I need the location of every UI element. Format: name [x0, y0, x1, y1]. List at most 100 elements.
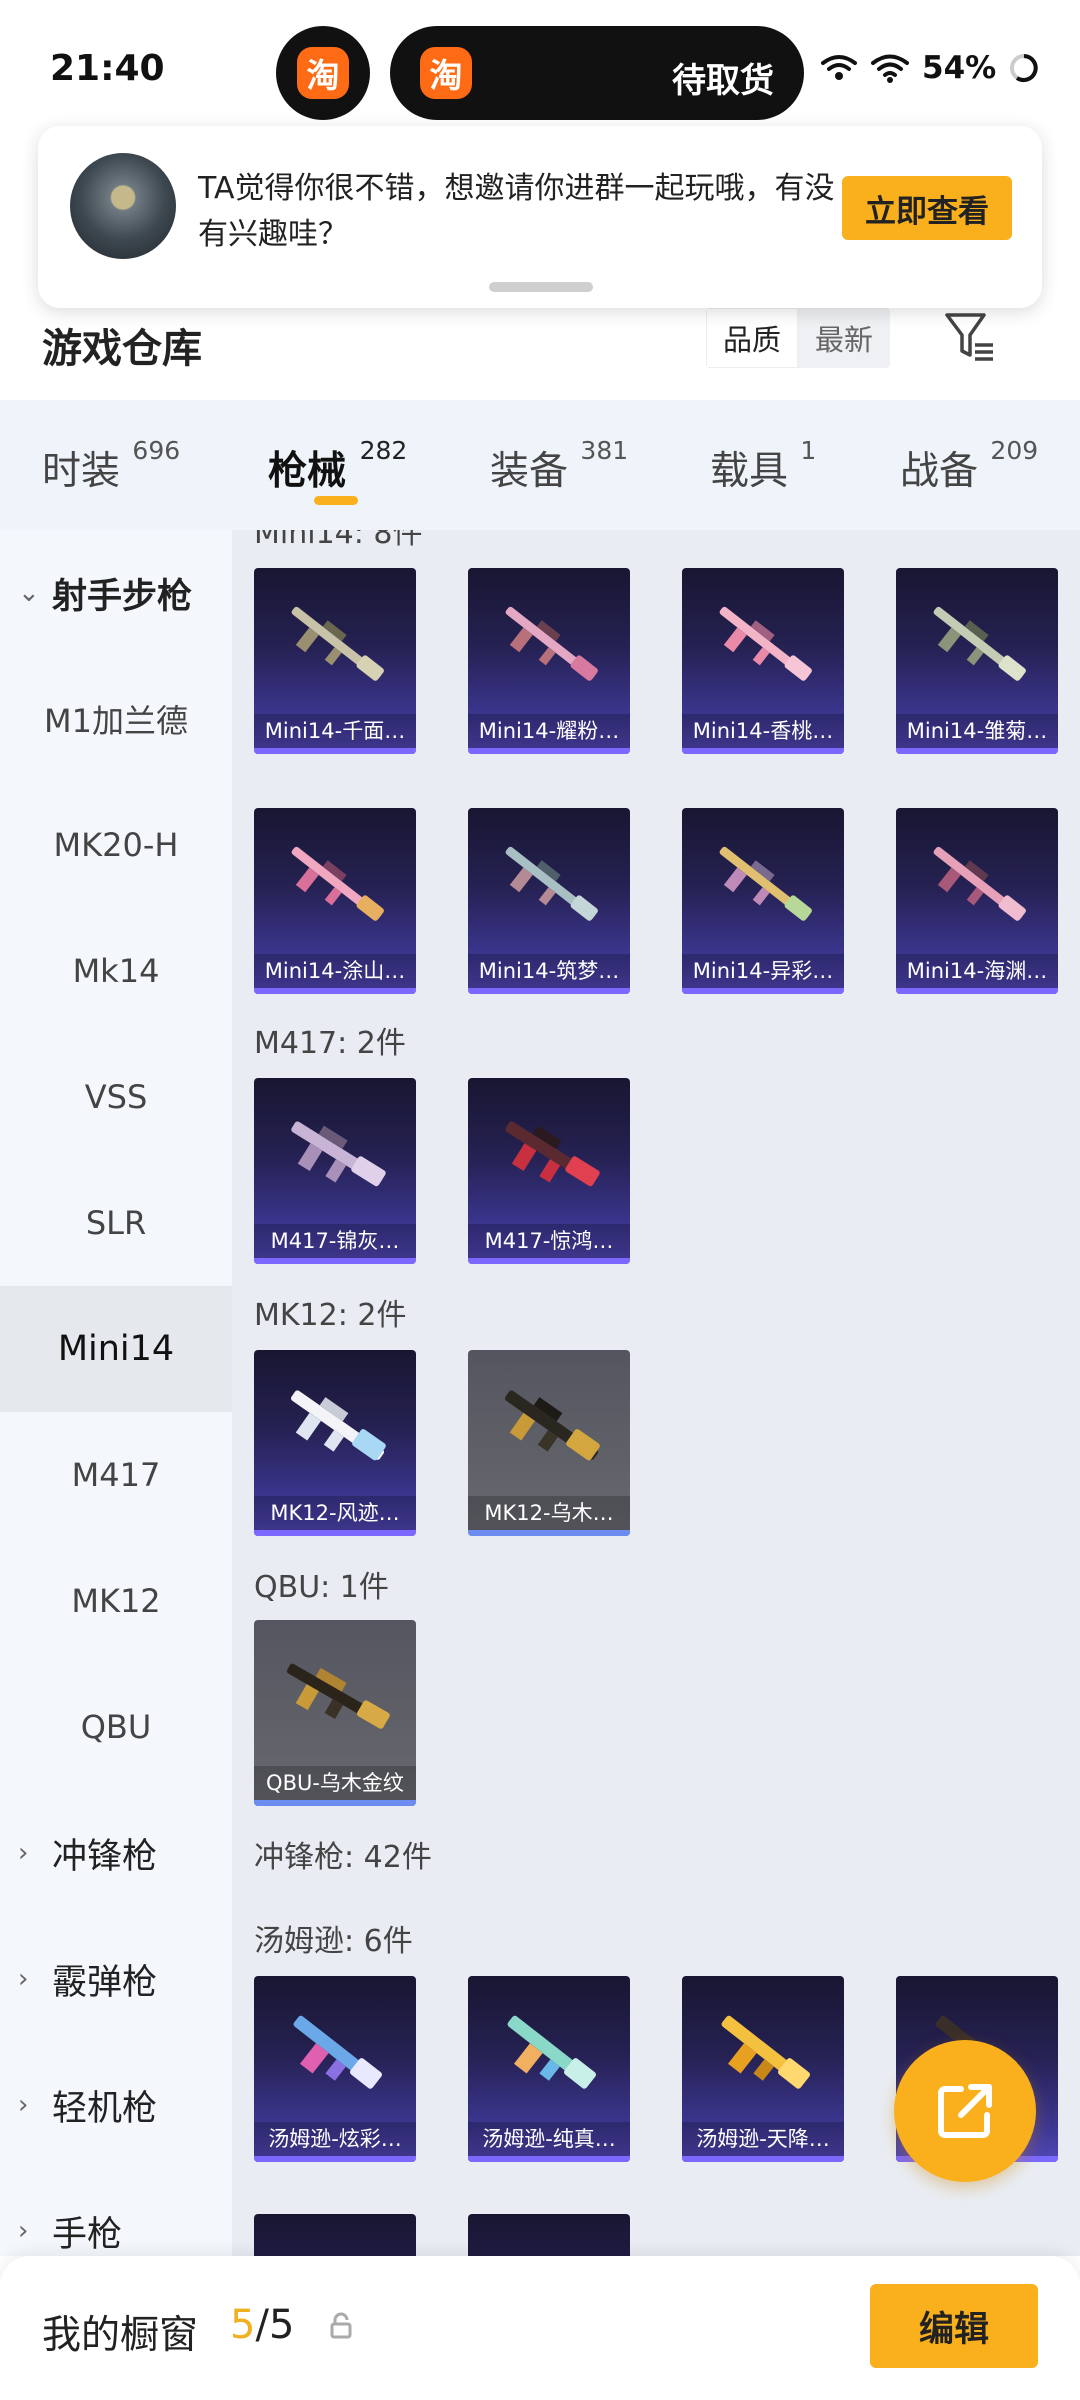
rifle-skin-icon [291, 606, 384, 681]
tab-count: 696 [132, 436, 181, 465]
sort-toggle: 品质 最新 [706, 308, 890, 368]
skin-name: QBU-乌木金纹 [254, 1766, 416, 1800]
rifle-skin-icon [505, 1390, 600, 1461]
rarity-bar [254, 2156, 416, 2162]
smg-skin-icon [721, 2015, 810, 2089]
sidebar-item-qbu[interactable]: QBU [0, 1664, 232, 1790]
rifle-skin-icon [933, 606, 1026, 681]
skin-card[interactable]: Mini14-耀粉… [468, 568, 630, 754]
sort-newest-option[interactable]: 最新 [798, 308, 890, 368]
skin-name: Mini14-雏菊… [896, 714, 1058, 748]
status-bar: 21:40 淘 淘 待取货 54% [0, 0, 1080, 125]
tab-combat-gear[interactable]: 战备 209 [900, 436, 1038, 496]
chevron-right-icon: › [18, 1964, 29, 1994]
skin-card[interactable]: Mini14-涂山… [254, 808, 416, 994]
edit-button[interactable]: 编辑 [870, 2284, 1038, 2368]
sidebar-group-lmg[interactable]: › 轻机枪 [0, 2042, 232, 2168]
dynamic-island-delivery[interactable]: 淘 待取货 [390, 26, 804, 120]
sidebar-item-slr[interactable]: SLR [0, 1160, 232, 1286]
sidebar-group-marksman-rifles[interactable]: ⌄ 射手步枪 [0, 530, 232, 656]
group-avatar [70, 153, 176, 259]
skin-card[interactable]: M417-锦灰… [254, 1078, 416, 1264]
page-title: 游戏仓库 [42, 326, 202, 372]
sidebar-item-mini14[interactable]: Mini14 [0, 1286, 232, 1412]
sort-quality-option[interactable]: 品质 [706, 308, 798, 368]
tab-vehicles[interactable]: 载具 1 [710, 436, 816, 496]
group-invite-notification[interactable]: TA觉得你很不错，想邀请你进群一起玩哦，有没有兴趣哇？ 立即查看 [38, 126, 1042, 308]
view-now-button[interactable]: 立即查看 [842, 176, 1012, 240]
skin-name: Mini14-涂山… [254, 954, 416, 988]
sidebar-item-m417[interactable]: M417 [0, 1412, 232, 1538]
section-title-thompson: 汤姆逊: 6件 [254, 1924, 413, 1959]
section-title-smg: 冲锋枪: 42件 [254, 1840, 432, 1875]
rifle-skin-icon [291, 1121, 386, 1187]
skin-card[interactable]: Mini14-海渊… [896, 808, 1058, 994]
sidebar-item-mk14[interactable]: Mk14 [0, 908, 232, 1034]
sidebar-item-label: 手枪 [52, 2214, 123, 2255]
skin-card[interactable]: MK12-乌木… [468, 1350, 630, 1536]
rarity-bar [468, 1258, 630, 1264]
rarity-bar [254, 1800, 416, 1806]
sidebar-group-shotgun[interactable]: › 霰弹枪 [0, 1916, 232, 2042]
skin-card[interactable]: Mini14-雏菊… [896, 568, 1058, 754]
skin-name: 汤姆逊-天降… [682, 2122, 844, 2156]
rifle-skin-icon [505, 846, 598, 921]
showcase-total: 5 [268, 2302, 295, 2348]
skin-card[interactable] [468, 2214, 630, 2256]
tab-count: 381 [580, 436, 629, 465]
showcase-title: 我的橱窗 [42, 2313, 199, 2358]
filter-icon[interactable] [944, 311, 996, 365]
skin-card[interactable]: Mini14-千面… [254, 568, 416, 754]
skin-card[interactable]: MK12-风迹… [254, 1350, 416, 1536]
notification-drag-handle[interactable] [489, 282, 593, 292]
skin-name: Mini14-耀粉… [468, 714, 630, 748]
smg-skin-icon [293, 2015, 382, 2089]
rifle-skin-icon [933, 846, 1026, 921]
sidebar-item-m1-garand[interactable]: M1加兰德 [0, 656, 232, 782]
skin-card[interactable]: 汤姆逊-纯真… [468, 1976, 630, 2162]
weapon-type-sidebar: ⌄ 射手步枪 M1加兰德 MK20-H Mk14 VSS SLR Mini14 M… [0, 530, 232, 2256]
rarity-bar [682, 748, 844, 754]
sidebar-group-pistol[interactable]: › 手枪 [0, 2168, 232, 2256]
rifle-skin-icon [286, 1663, 390, 1729]
rarity-bar [468, 748, 630, 754]
share-external-icon [938, 2084, 992, 2138]
active-tab-indicator [314, 496, 358, 505]
sidebar-item-mk20h[interactable]: MK20-H [0, 782, 232, 908]
skin-card[interactable]: 汤姆逊-天降… [682, 1976, 844, 2162]
rarity-bar [468, 1530, 630, 1536]
chevron-down-icon: ⌄ [18, 578, 40, 608]
section-title-qbu: QBU: 1件 [254, 1570, 389, 1605]
skin-card[interactable]: 汤姆逊-炫彩… [254, 1976, 416, 2162]
skin-card[interactable]: Mini14-筑梦… [468, 808, 630, 994]
rarity-bar [896, 748, 1058, 754]
tab-label: 载具 [710, 449, 789, 494]
rifle-skin-icon [719, 846, 812, 921]
sidebar-item-mk12[interactable]: MK12 [0, 1538, 232, 1664]
sidebar-item-label: 霰弹枪 [52, 1962, 158, 2003]
battery-percent: 54% [922, 50, 997, 86]
tab-fashion[interactable]: 时装 696 [42, 436, 180, 496]
skin-card[interactable] [254, 2214, 416, 2256]
taobao-app-icon: 淘 [297, 47, 349, 99]
section-title-mini14: Mini14: 8件 [254, 530, 423, 551]
skin-card[interactable]: QBU-乌木金纹 [254, 1620, 416, 1806]
sidebar-item-label: 冲锋枪 [52, 1836, 158, 1877]
notification-message: TA觉得你很不错，想邀请你进群一起玩哦，有没有兴趣哇？ [198, 171, 835, 252]
rarity-bar [254, 988, 416, 994]
skin-card[interactable]: Mini14-香桃… [682, 568, 844, 754]
battery-icon [1010, 54, 1039, 82]
rarity-bar [468, 2156, 630, 2162]
skin-name: M417-惊鸿… [468, 1224, 630, 1258]
tab-equipment[interactable]: 装备 381 [490, 436, 628, 496]
skin-card[interactable]: Mini14-异彩… [682, 808, 844, 994]
skin-name: Mini14-海渊… [896, 954, 1058, 988]
sidebar-group-smg[interactable]: › 冲锋枪 [0, 1790, 232, 1916]
smg-skin-icon [507, 2015, 596, 2089]
sidebar-item-vss[interactable]: VSS [0, 1034, 232, 1160]
share-fab-button[interactable] [894, 2040, 1036, 2182]
taobao-floating-icon[interactable]: 淘 [276, 26, 370, 120]
skin-card[interactable]: M417-惊鸿… [468, 1078, 630, 1264]
chevron-right-icon: › [18, 2216, 29, 2246]
tab-firearms[interactable]: 枪械 282 [268, 436, 407, 496]
